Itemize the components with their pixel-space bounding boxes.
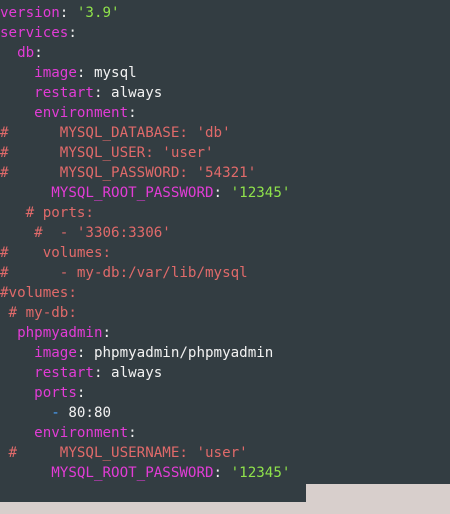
yaml-text: : bbox=[128, 425, 137, 441]
yaml-key: restart bbox=[34, 365, 94, 381]
yaml-list-dash: - bbox=[51, 405, 60, 421]
yaml-key: environment bbox=[34, 105, 129, 121]
yaml-text bbox=[0, 465, 51, 481]
yaml-text: : phpmyadmin/phpmyadmin bbox=[76, 345, 274, 361]
yaml-key: image bbox=[34, 65, 77, 81]
yaml-comment: # - '3306:3306' bbox=[0, 225, 171, 241]
yaml-string: '12345' bbox=[230, 465, 291, 481]
code-line: - 80:80 bbox=[0, 403, 290, 423]
yaml-key: MYSQL_ROOT_PASSWORD bbox=[51, 465, 214, 481]
yaml-key: image bbox=[34, 345, 77, 361]
code-line: # - my-db:/var/lib/mysql bbox=[0, 263, 290, 283]
yaml-text: : bbox=[59, 5, 77, 21]
code-line: MYSQL_ROOT_PASSWORD: '12345' bbox=[0, 463, 290, 483]
yaml-comment: # MYSQL_PASSWORD: '54321' bbox=[0, 165, 257, 181]
yaml-comment: # - my-db:/var/lib/mysql bbox=[0, 265, 248, 281]
code-line: ports: bbox=[0, 383, 290, 403]
yaml-text: : bbox=[68, 25, 77, 41]
yaml-key: phpmyadmin bbox=[17, 325, 103, 341]
yaml-text: : always bbox=[93, 365, 163, 381]
yaml-text: : bbox=[128, 105, 137, 121]
code-line: restart: always bbox=[0, 363, 290, 383]
yaml-comment: # MYSQL_DATABASE: 'db' bbox=[0, 125, 231, 141]
yaml-key: MYSQL_ROOT_PASSWORD bbox=[51, 185, 214, 201]
code-line: services: bbox=[0, 23, 290, 43]
code-line: restart: always bbox=[0, 83, 290, 103]
code-line: # volumes: bbox=[0, 243, 290, 263]
yaml-text: : bbox=[102, 325, 112, 341]
yaml-comment: # MYSQL_USER: 'user' bbox=[0, 145, 214, 161]
yaml-text: : mysql bbox=[76, 65, 137, 81]
code-line: MYSQL_ROOT_PASSWORD: '12345' bbox=[0, 183, 290, 203]
code-line: # MYSQL_PASSWORD: '54321' bbox=[0, 163, 290, 183]
yaml-key: version bbox=[0, 5, 60, 21]
code-line: # MYSQL_DATABASE: 'db' bbox=[0, 123, 290, 143]
yaml-key: services bbox=[0, 25, 69, 41]
yaml-text bbox=[0, 45, 17, 61]
yaml-text bbox=[0, 65, 34, 81]
yaml-text: : always bbox=[93, 85, 163, 101]
code-line: environment: bbox=[0, 423, 290, 443]
screenshot-canvas: version: '3.9' services: db: image: mysql… bbox=[0, 0, 450, 514]
yaml-code-block[interactable]: version: '3.9' services: db: image: mysql… bbox=[0, 3, 290, 483]
yaml-string: '12345' bbox=[230, 185, 291, 201]
editor-bottom-strip bbox=[0, 484, 306, 502]
code-line: image: phpmyadmin/phpmyadmin bbox=[0, 343, 290, 363]
yaml-key: environment bbox=[34, 425, 129, 441]
yaml-comment: # volumes: bbox=[0, 245, 112, 261]
yaml-text bbox=[0, 425, 34, 441]
code-line: db: bbox=[0, 43, 290, 63]
yaml-text bbox=[0, 385, 34, 401]
code-line: # ports: bbox=[0, 203, 290, 223]
yaml-comment: # MYSQL_USERNAME: 'user' bbox=[0, 445, 248, 461]
yaml-text bbox=[0, 325, 17, 341]
yaml-text bbox=[0, 105, 34, 121]
code-line: # my-db: bbox=[0, 303, 290, 323]
code-line: # - '3306:3306' bbox=[0, 223, 290, 243]
yaml-text bbox=[0, 365, 34, 381]
code-line: phpmyadmin: bbox=[0, 323, 290, 343]
yaml-text bbox=[0, 405, 51, 421]
yaml-text: : bbox=[213, 185, 231, 201]
yaml-text: : bbox=[76, 385, 86, 401]
code-line: #volumes: bbox=[0, 283, 290, 303]
yaml-key: restart bbox=[34, 85, 94, 101]
yaml-comment: #volumes: bbox=[0, 285, 77, 301]
yaml-comment: # ports: bbox=[0, 205, 94, 221]
yaml-text bbox=[0, 85, 34, 101]
code-editor[interactable]: version: '3.9' services: db: image: mysql… bbox=[0, 0, 450, 484]
yaml-text: : bbox=[213, 465, 231, 481]
yaml-text bbox=[0, 185, 51, 201]
yaml-text: : bbox=[34, 45, 43, 61]
yaml-string: '3.9' bbox=[76, 5, 120, 21]
yaml-text bbox=[0, 345, 34, 361]
code-line: # MYSQL_USER: 'user' bbox=[0, 143, 290, 163]
yaml-key: ports bbox=[34, 385, 77, 401]
yaml-key: db bbox=[17, 45, 35, 61]
code-line: image: mysql bbox=[0, 63, 290, 83]
yaml-comment: # my-db: bbox=[0, 305, 77, 321]
code-line: version: '3.9' bbox=[0, 3, 290, 23]
yaml-text: 80:80 bbox=[59, 405, 112, 421]
code-line: # MYSQL_USERNAME: 'user' bbox=[0, 443, 290, 463]
code-line: environment: bbox=[0, 103, 290, 123]
